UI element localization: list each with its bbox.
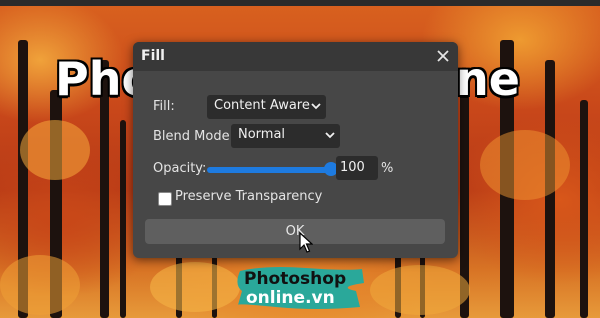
leaf-cluster (20, 120, 90, 180)
preserve-transparency-checkbox[interactable] (158, 192, 172, 206)
blend-mode-label: Blend Mode: (153, 129, 234, 144)
close-icon[interactable] (434, 47, 452, 65)
fill-label: Fill: (153, 99, 175, 114)
opacity-slider-track[interactable] (207, 167, 331, 173)
blend-mode-select[interactable]: Normal (231, 124, 340, 148)
logo-text-online: online.vn (246, 288, 335, 308)
fill-select-value: Content Aware (214, 98, 310, 113)
dialog-header: Fill (133, 42, 458, 71)
overlay-title-right: ne (456, 52, 520, 106)
dialog-title: Fill (141, 48, 165, 64)
leaf-cluster (0, 255, 80, 315)
leaf-cluster (480, 130, 570, 200)
chevron-down-icon (311, 103, 321, 110)
tree-trunk (580, 100, 588, 318)
opacity-label: Opacity: (153, 161, 207, 176)
leaf-cluster (150, 262, 240, 312)
mouse-cursor-icon (299, 232, 313, 253)
opacity-value: 100 (340, 160, 365, 175)
top-bar (0, 0, 600, 6)
leaf-cluster (370, 265, 470, 315)
opacity-unit: % (381, 161, 394, 176)
fill-select[interactable]: Content Aware (207, 95, 326, 119)
blend-mode-value: Normal (238, 127, 286, 142)
site-logo: Photoshop online.vn (236, 263, 366, 311)
preserve-transparency-label[interactable]: Preserve Transparency (175, 189, 322, 204)
tree-trunk (120, 120, 126, 318)
opacity-input[interactable]: 100 (336, 156, 378, 180)
ok-button[interactable]: OK (145, 219, 445, 244)
logo-text-photoshop: Photoshop (244, 269, 347, 289)
fill-dialog: Fill Fill: Content Aware Blend Mode: Nor… (133, 42, 458, 258)
chevron-down-icon (325, 132, 335, 139)
